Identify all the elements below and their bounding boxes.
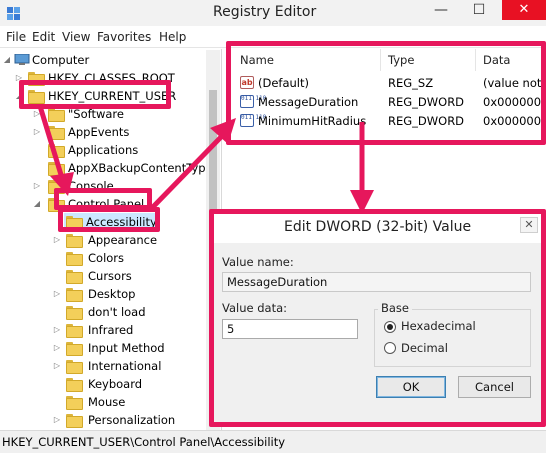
folder-icon — [48, 108, 65, 122]
registry-editor-icon — [7, 7, 20, 20]
tree-item-dont-load[interactable]: don't load — [0, 303, 206, 321]
tree-item-label: Input Method — [88, 341, 165, 355]
expand-arrow-icon[interactable]: ▷ — [32, 177, 42, 195]
folder-icon — [66, 252, 83, 266]
tree-item-label: Infrared — [88, 323, 134, 337]
tree-item-label: International — [88, 359, 162, 373]
tree-item-appxbackupcontenttype[interactable]: AppXBackupContentType — [0, 159, 213, 177]
expand-arrow-icon[interactable]: ▷ — [52, 285, 62, 303]
menu-favorites[interactable]: Favorites — [97, 30, 151, 44]
tree-item-infrared[interactable]: ▷ Infrared — [0, 321, 206, 339]
folder-icon — [66, 414, 83, 428]
tree-item-keyboard[interactable]: Keyboard — [0, 375, 206, 393]
tree-item-appevents[interactable]: ▷ AppEvents — [0, 123, 206, 141]
tree-item-desktop[interactable]: ▷ Desktop — [0, 285, 206, 303]
tree-item-label: Desktop — [88, 287, 136, 301]
expand-arrow-icon[interactable]: ▷ — [32, 123, 42, 141]
tree-item-label: Appearance — [88, 233, 158, 247]
tree-item-mouse[interactable]: Mouse — [0, 393, 206, 411]
menu-help[interactable]: Help — [159, 30, 186, 44]
tree-item-input-method[interactable]: ▷ Input Method — [0, 339, 206, 357]
minimize-button[interactable]: — — [426, 0, 456, 22]
maximize-button[interactable]: ☐ — [464, 0, 494, 22]
tree-item-label: Personalization — [88, 413, 176, 427]
folder-icon — [66, 306, 83, 320]
tree-item-cursors[interactable]: Cursors — [0, 267, 206, 285]
highlight-hkey-current-user — [19, 80, 171, 109]
tree-scrollbar-thumb[interactable] — [209, 90, 217, 210]
tree-item-appearance[interactable]: ▷ Appearance — [0, 231, 206, 249]
tree-item-personalization[interactable]: ▷ Personalization — [0, 411, 206, 429]
tree-item-applications[interactable]: Applications — [0, 141, 206, 159]
folder-icon — [66, 378, 83, 392]
highlight-dialog — [209, 209, 546, 427]
menu-view[interactable]: View — [62, 30, 90, 44]
folder-icon — [66, 360, 83, 374]
tree-item-label: Colors — [88, 251, 125, 265]
tree-item-label: don't load — [88, 305, 146, 319]
tree-item-label: AppXBackupContentType — [68, 161, 213, 175]
tree-item-label: Keyboard — [88, 377, 143, 391]
expand-arrow-icon[interactable]: ▷ — [52, 411, 62, 429]
tree-item-computer[interactable]: ◢ Computer — [0, 51, 206, 69]
window-title: Registry Editor — [213, 4, 317, 20]
folder-icon — [48, 126, 65, 140]
highlight-accessibility — [58, 207, 160, 232]
collapse-arrow-icon[interactable]: ◢ — [32, 195, 42, 213]
expand-arrow-icon[interactable]: ▷ — [52, 357, 62, 375]
computer-icon — [14, 54, 30, 65]
close-button[interactable]: ✕ — [502, 0, 546, 20]
tree-item-label: AppEvents — [68, 125, 130, 139]
expand-arrow-icon[interactable]: ▷ — [52, 231, 62, 249]
expand-arrow-icon[interactable]: ▷ — [52, 339, 62, 357]
folder-icon — [66, 288, 83, 302]
expand-arrow-icon[interactable]: ▷ — [52, 321, 62, 339]
highlight-value-list — [226, 41, 546, 145]
folder-icon — [66, 342, 83, 356]
folder-icon — [66, 324, 83, 338]
collapse-arrow-icon[interactable]: ◢ — [2, 51, 12, 69]
folder-icon — [66, 234, 83, 248]
folder-icon — [66, 396, 83, 410]
title-bar: Registry Editor — ☐ ✕ — [0, 0, 546, 26]
folder-icon — [48, 144, 65, 158]
tree-item-label: Cursors — [88, 269, 132, 283]
menu-edit[interactable]: Edit — [32, 30, 55, 44]
tree-item-colors[interactable]: Colors — [0, 249, 206, 267]
tree-item-international[interactable]: ▷ International — [0, 357, 206, 375]
tree-item-label: Computer — [32, 53, 90, 67]
folder-icon — [48, 162, 65, 176]
tree-item-label: Applications — [68, 143, 139, 157]
status-bar: HKEY_CURRENT_USER\Control Panel\Accessib… — [0, 430, 546, 453]
tree-item-label: Mouse — [88, 395, 126, 409]
menu-file[interactable]: File — [6, 30, 26, 44]
folder-icon — [66, 270, 83, 284]
